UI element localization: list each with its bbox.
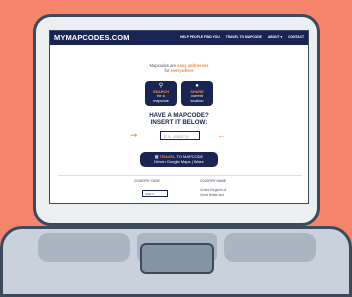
country-code-select[interactable]: GBR ▾ (142, 190, 168, 197)
share-location-button[interactable]: ● SHARE current location (181, 81, 213, 106)
laptop-screen: MYMAPCODES.COM HELP PEOPLE FIND YOU TRAV… (49, 30, 309, 204)
tagline: Mapcodes are easy addresses for everywhe… (149, 63, 209, 73)
arrow-left-icon: ← (217, 130, 226, 140)
keyboard-left-area (38, 233, 130, 262)
divider (58, 175, 302, 176)
touchpad (140, 243, 214, 274)
nav-link-travel[interactable]: TRAVEL TO MAPCODE (226, 35, 262, 39)
country-code-label: COUNTRY CODE (134, 179, 160, 183)
keyboard-right-area (224, 233, 316, 262)
top-navbar: MYMAPCODES.COM HELP PEOPLE FIND YOU TRAV… (50, 31, 308, 45)
nav-link-help[interactable]: HELP PEOPLE FIND YOU (180, 35, 220, 39)
country-name-label: COUNTRY NAME (200, 179, 226, 183)
travel-to-mapcode-button[interactable]: ▩ TRAVEL TO MAPCODE Driven Google Maps |… (140, 152, 218, 167)
arrow-right-icon: ➞ (130, 130, 138, 140)
nav-link-about[interactable]: ABOUT ▾ (268, 35, 282, 39)
mapcode-input[interactable]: E.G. 49DD.3J (160, 131, 200, 140)
search-icon: ⚲ (158, 83, 164, 89)
search-mapcode-button[interactable]: ⚲ SEARCH for a mapcode (145, 81, 177, 106)
location-icon: ● (195, 83, 199, 89)
site-logo[interactable]: MYMAPCODES.COM (54, 33, 130, 42)
nav-link-contact[interactable]: CONTACT (288, 35, 304, 39)
country-name-value: United Kingdom of Great Britain and (200, 188, 227, 197)
insert-mapcode-heading: HAVE A MAPCODE? INSERT IT BELOW: (149, 112, 209, 126)
nav-links: HELP PEOPLE FIND YOU TRAVEL TO MAPCODE A… (180, 35, 304, 39)
